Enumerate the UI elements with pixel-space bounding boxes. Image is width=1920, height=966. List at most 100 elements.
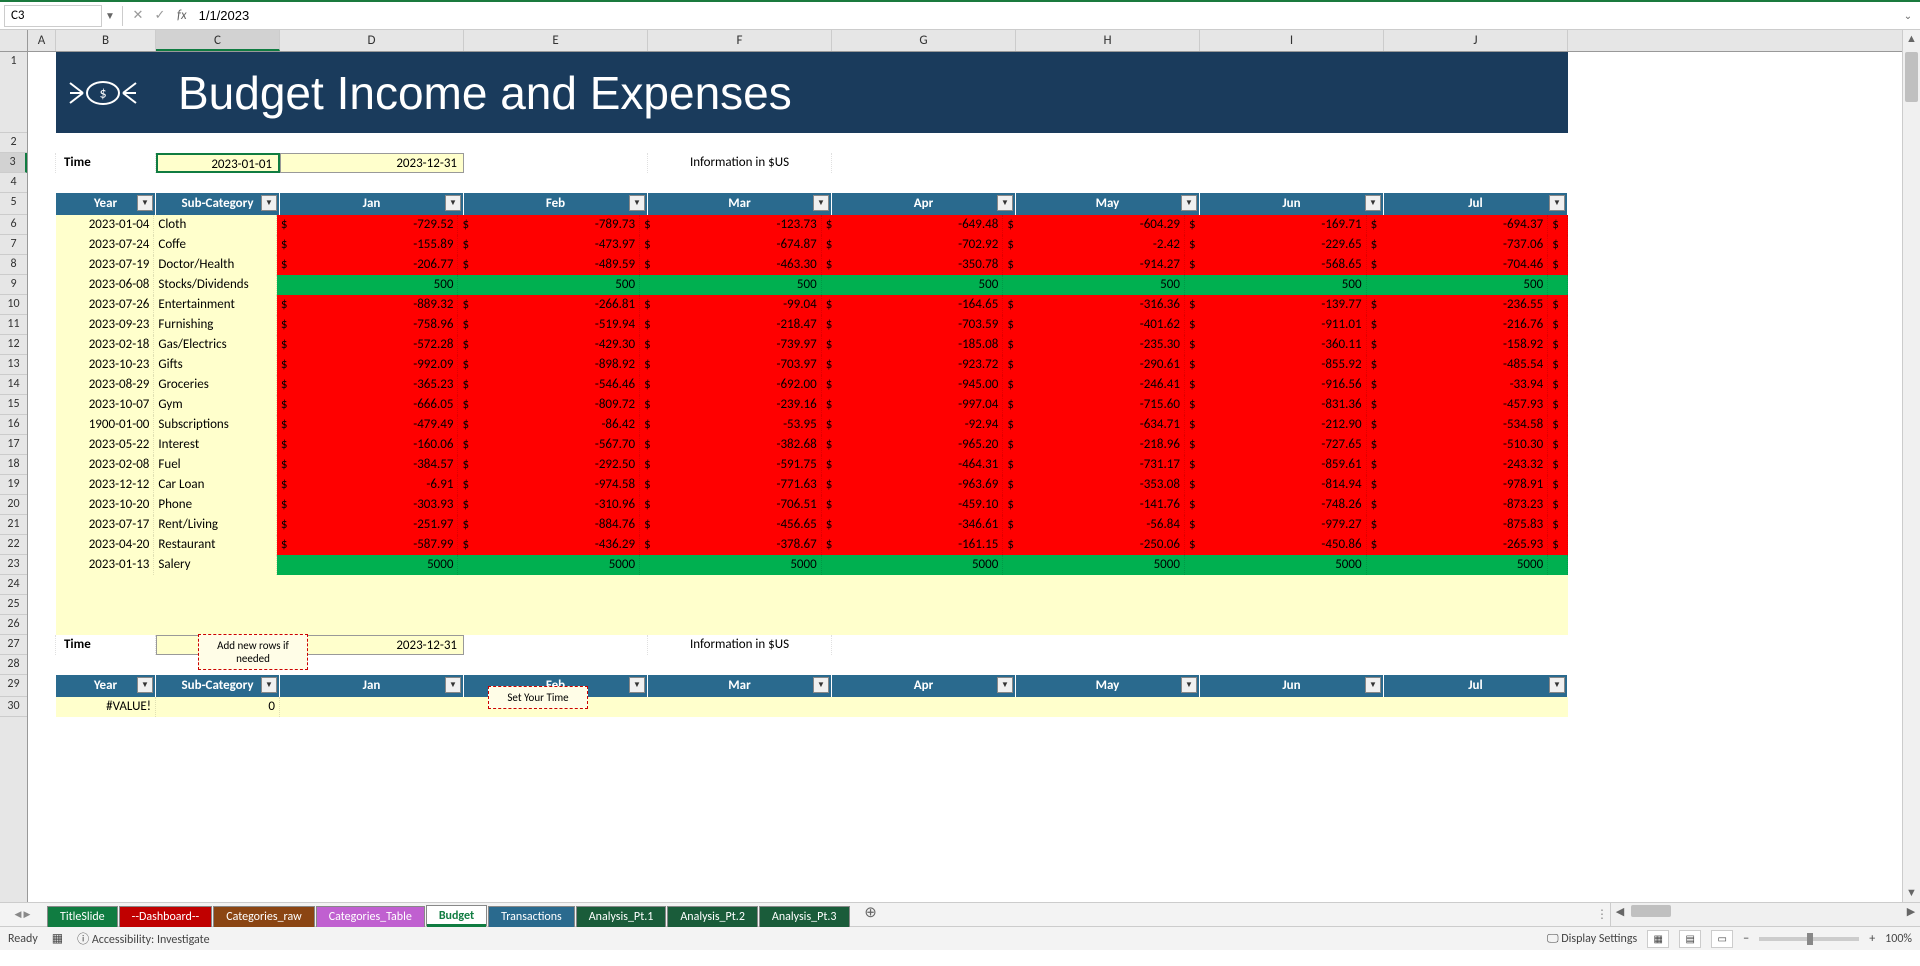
cell-value[interactable]: $-158.92: [1367, 335, 1549, 355]
cell-value[interactable]: $-6.91: [277, 475, 459, 495]
cell-value[interactable]: 5000: [458, 555, 640, 575]
cell-value[interactable]: $-519.94: [458, 315, 640, 335]
cell-value[interactable]: $-706.51: [640, 495, 822, 515]
table-row[interactable]: 2023-02-08Fuel$-384.57$-292.50$-591.75$-…: [28, 455, 1568, 475]
cell-value[interactable]: $-758.96: [277, 315, 459, 335]
th2-apr[interactable]: Apr▼: [832, 675, 1016, 697]
table-row[interactable]: 2023-08-29Groceries$-365.23$-546.46$-692…: [28, 375, 1568, 395]
row-header-7[interactable]: 7: [0, 235, 27, 255]
th-mar[interactable]: Mar▼: [648, 193, 832, 215]
table-row[interactable]: 2023-12-12Car Loan$-6.91$-974.58$-771.63…: [28, 475, 1568, 495]
cell-year[interactable]: 2023-04-20: [56, 535, 155, 555]
cell-subcategory[interactable]: Gifts: [154, 355, 276, 375]
cell-value[interactable]: $-534.58: [1367, 415, 1549, 435]
table-row[interactable]: 2023-07-24Coffe$-155.89$-473.97$-674.87$…: [28, 235, 1568, 255]
cell-value[interactable]: $-206.77: [277, 255, 459, 275]
cell-value[interactable]: $-963.69: [822, 475, 1004, 495]
cell-value[interactable]: $-216.76: [1367, 315, 1549, 335]
th2-jul[interactable]: Jul▼: [1384, 675, 1568, 697]
cell-value[interactable]: $-715.60: [1003, 395, 1185, 415]
filter-icon[interactable]: ▼: [997, 195, 1013, 211]
cell-value[interactable]: 5000: [277, 555, 459, 575]
cells-area[interactable]: $ Budget Income and Expenses Time 2023-0…: [28, 52, 1902, 902]
col-header-G[interactable]: G: [832, 30, 1016, 51]
cell-value[interactable]: $-727.65: [1185, 435, 1367, 455]
filter-icon[interactable]: ▼: [261, 195, 277, 211]
cell-value[interactable]: $-218.47: [640, 315, 822, 335]
cell-value[interactable]: $-914.27: [1003, 255, 1185, 275]
cell-value[interactable]: $-239.16: [640, 395, 822, 415]
cell-value-error[interactable]: #VALUE!: [56, 697, 156, 717]
col-header-D[interactable]: D: [280, 30, 464, 51]
filter-icon[interactable]: ▼: [1549, 677, 1565, 693]
cell-value[interactable]: $-123.73: [640, 215, 822, 235]
cell-value[interactable]: $-164.65: [822, 295, 1004, 315]
th-jun[interactable]: Jun▼: [1200, 193, 1384, 215]
filter-icon[interactable]: ▼: [1365, 195, 1381, 211]
row-header-29[interactable]: 29: [0, 675, 27, 697]
accessibility-status[interactable]: ⓘ Accessibility: Investigate: [77, 930, 209, 947]
cell-value[interactable]: $-456.65: [640, 515, 822, 535]
cell-value[interactable]: $-974.58: [458, 475, 640, 495]
row-header-28[interactable]: 28: [0, 655, 27, 675]
cell-value[interactable]: 500: [1003, 275, 1185, 295]
cell-value[interactable]: $-572.28: [277, 335, 459, 355]
row-header-5[interactable]: 5: [0, 193, 27, 215]
cell-subcategory[interactable]: Doctor/Health: [154, 255, 276, 275]
th-jan[interactable]: Jan▼: [280, 193, 464, 215]
macro-icon[interactable]: ▦: [52, 931, 63, 946]
cell-value[interactable]: $-737.06: [1367, 235, 1549, 255]
cell-year[interactable]: 2023-07-26: [56, 295, 155, 315]
filter-icon[interactable]: ▼: [997, 677, 1013, 693]
cell-value[interactable]: $-2.42: [1003, 235, 1185, 255]
cell-value[interactable]: $-911.01: [1185, 315, 1367, 335]
normal-view-button[interactable]: ▦: [1647, 930, 1669, 948]
filter-icon[interactable]: ▼: [445, 195, 461, 211]
row-header-16[interactable]: 16: [0, 415, 27, 435]
cell-value[interactable]: $-674.87: [640, 235, 822, 255]
cell-year[interactable]: 2023-02-08: [56, 455, 155, 475]
cell-value[interactable]: $-53.95: [640, 415, 822, 435]
scroll-thumb[interactable]: [1905, 52, 1918, 102]
cell-value[interactable]: $-604.29: [1003, 215, 1185, 235]
col-header-J[interactable]: J: [1384, 30, 1568, 51]
cell-value[interactable]: $-889.32: [277, 295, 459, 315]
table-row[interactable]: 2023-01-13Salery500050005000500050005000…: [28, 555, 1568, 575]
cell-value[interactable]: $-235.30: [1003, 335, 1185, 355]
cell-value[interactable]: $-859.61: [1185, 455, 1367, 475]
filter-icon[interactable]: ▼: [137, 677, 153, 693]
vertical-scrollbar[interactable]: ▲ ▼: [1902, 30, 1920, 902]
cell-value[interactable]: $-634.71: [1003, 415, 1185, 435]
cell-value[interactable]: $-704.46: [1367, 255, 1549, 275]
cell-value[interactable]: $-489.59: [458, 255, 640, 275]
cell-value[interactable]: $-855.92: [1185, 355, 1367, 375]
cell-value[interactable]: $-218.96: [1003, 435, 1185, 455]
time-from-input[interactable]: 2023-01-01: [156, 153, 280, 173]
cell-value[interactable]: $-141.76: [1003, 495, 1185, 515]
cell-value[interactable]: $-459.10: [822, 495, 1004, 515]
cell-value[interactable]: $-567.70: [458, 435, 640, 455]
cell-value[interactable]: $-155.89: [277, 235, 459, 255]
cell-year[interactable]: 2023-07-17: [56, 515, 155, 535]
time-to-input[interactable]: 2023-12-31: [280, 153, 464, 173]
cell-value[interactable]: $-884.76: [458, 515, 640, 535]
cell-year[interactable]: 2023-05-22: [56, 435, 155, 455]
cell-value[interactable]: $-457.93: [1367, 395, 1549, 415]
zoom-slider[interactable]: [1759, 937, 1859, 941]
cell-value[interactable]: $-169.71: [1185, 215, 1367, 235]
sheet-tab-dashboard[interactable]: --Dashboard--: [119, 906, 213, 927]
cell-value[interactable]: $-378.67: [640, 535, 822, 555]
row-header-8[interactable]: 8: [0, 255, 27, 275]
row-header-15[interactable]: 15: [0, 395, 27, 415]
filter-icon[interactable]: ▼: [1181, 195, 1197, 211]
cell-year[interactable]: 2023-07-19: [56, 255, 155, 275]
cell-value[interactable]: $-236.55: [1367, 295, 1549, 315]
sheet-tab-analysispt2[interactable]: Analysis_Pt.2: [667, 906, 758, 927]
cell-value[interactable]: $-568.65: [1185, 255, 1367, 275]
cell-value[interactable]: $-56.84: [1003, 515, 1185, 535]
th-apr[interactable]: Apr▼: [832, 193, 1016, 215]
row-header-18[interactable]: 18: [0, 455, 27, 475]
cell-value[interactable]: $-436.29: [458, 535, 640, 555]
scroll-left-icon[interactable]: ◀: [1611, 903, 1629, 926]
cell-year[interactable]: 2023-10-07: [56, 395, 155, 415]
